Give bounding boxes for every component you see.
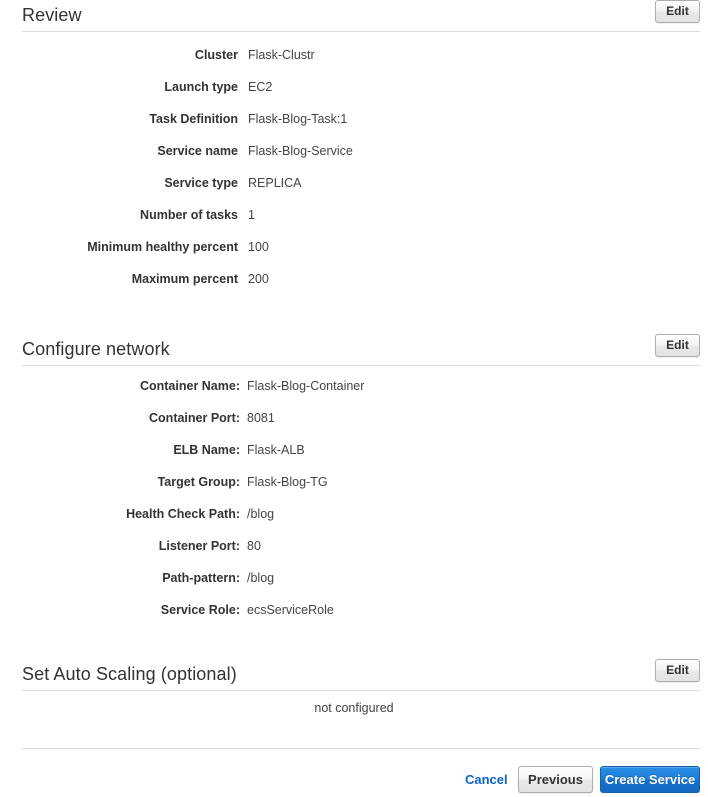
section-configure-network-header: Configure network Edit xyxy=(0,334,708,364)
table-row: Container Name: Flask-Blog-Container xyxy=(0,378,708,410)
field-value: Flask-Blog-Container xyxy=(247,379,365,393)
field-value: /blog xyxy=(247,571,275,585)
footer-actions: Cancel Previous Create Service xyxy=(0,766,708,797)
table-row: Service type REPLICA xyxy=(0,175,708,207)
edit-button-configure-network[interactable]: Edit xyxy=(655,334,700,357)
table-row: Service Role: ecsServiceRole xyxy=(0,602,708,634)
section-configure-network-divider xyxy=(22,365,700,366)
table-row: Health Check Path: /blog xyxy=(0,506,708,538)
field-label: Container Port: xyxy=(149,411,240,425)
cancel-button[interactable]: Cancel xyxy=(465,772,508,788)
field-value: Flask-Clustr xyxy=(248,48,315,62)
field-value: Flask-Blog-TG xyxy=(247,475,328,489)
table-row: Cluster Flask-Clustr xyxy=(0,47,708,79)
section-auto-scaling-divider xyxy=(22,690,700,691)
field-value: EC2 xyxy=(248,80,273,94)
edit-button-auto-scaling[interactable]: Edit xyxy=(655,659,700,682)
field-value: 100 xyxy=(248,240,269,254)
field-label: Minimum healthy percent xyxy=(87,240,238,254)
section-review: Review Edit Cluster Flask-Clustr Launch … xyxy=(0,0,708,303)
table-row: Number of tasks 1 xyxy=(0,207,708,239)
section-review-header: Review Edit xyxy=(0,0,708,30)
edit-button-review[interactable]: Edit xyxy=(655,0,700,23)
table-row: ELB Name: Flask-ALB xyxy=(0,442,708,474)
field-label: Service name xyxy=(157,144,238,158)
field-label: Cluster xyxy=(194,48,238,62)
field-value: 200 xyxy=(248,272,269,286)
section-auto-scaling-title: Set Auto Scaling (optional) xyxy=(22,664,237,684)
review-page: Review Edit Cluster Flask-Clustr Launch … xyxy=(0,0,708,797)
field-value: ecsServiceRole xyxy=(247,603,334,617)
table-row: Maximum percent 200 xyxy=(0,271,708,303)
field-label: Listener Port: xyxy=(158,539,240,553)
field-value: 8081 xyxy=(247,411,275,425)
section-configure-network-title: Configure network xyxy=(22,339,170,359)
field-label: Number of tasks xyxy=(140,208,238,222)
field-label: Service Role: xyxy=(160,603,240,617)
table-row: Target Group: Flask-Blog-TG xyxy=(0,474,708,506)
table-row: Launch type EC2 xyxy=(0,79,708,111)
field-label: Maximum percent xyxy=(131,272,238,286)
footer-divider xyxy=(22,748,700,749)
field-value: Flask-Blog-Task:1 xyxy=(248,112,348,126)
field-label: Service type xyxy=(164,176,238,190)
section-review-divider xyxy=(22,31,700,32)
section-configure-network-rows: Container Name: Flask-Blog-Container Con… xyxy=(0,378,708,634)
table-row: Task Definition Flask-Blog-Task:1 xyxy=(0,111,708,143)
section-configure-network: Configure network Edit Container Name: F… xyxy=(0,334,708,634)
table-row: Container Port: 8081 xyxy=(0,410,708,442)
field-value: 1 xyxy=(248,208,255,222)
section-review-title: Review xyxy=(22,5,82,25)
field-value: Flask-ALB xyxy=(247,443,305,457)
field-value: Flask-Blog-Service xyxy=(248,144,353,158)
field-label: Launch type xyxy=(164,80,238,94)
field-value: REPLICA xyxy=(248,176,302,190)
field-value: 80 xyxy=(247,539,261,553)
previous-button[interactable]: Previous xyxy=(518,766,593,793)
create-service-button[interactable]: Create Service xyxy=(600,766,700,793)
auto-scaling-empty-state: not configured xyxy=(314,701,394,715)
table-row: Path-pattern: /blog xyxy=(0,570,708,602)
field-label: Path-pattern: xyxy=(162,571,240,585)
section-auto-scaling: Set Auto Scaling (optional) Edit not con… xyxy=(0,659,708,715)
table-row: Listener Port: 80 xyxy=(0,538,708,570)
field-label: Task Definition xyxy=(149,112,238,126)
section-review-rows: Cluster Flask-Clustr Launch type EC2 Tas… xyxy=(0,47,708,303)
field-label: Health Check Path: xyxy=(126,507,240,521)
section-auto-scaling-header: Set Auto Scaling (optional) Edit xyxy=(0,659,708,689)
table-row: Minimum healthy percent 100 xyxy=(0,239,708,271)
field-label: Container Name: xyxy=(139,379,240,393)
field-value: /blog xyxy=(247,507,275,521)
table-row: Service name Flask-Blog-Service xyxy=(0,143,708,175)
field-label: Target Group: xyxy=(157,475,240,489)
field-label: ELB Name: xyxy=(173,443,240,457)
